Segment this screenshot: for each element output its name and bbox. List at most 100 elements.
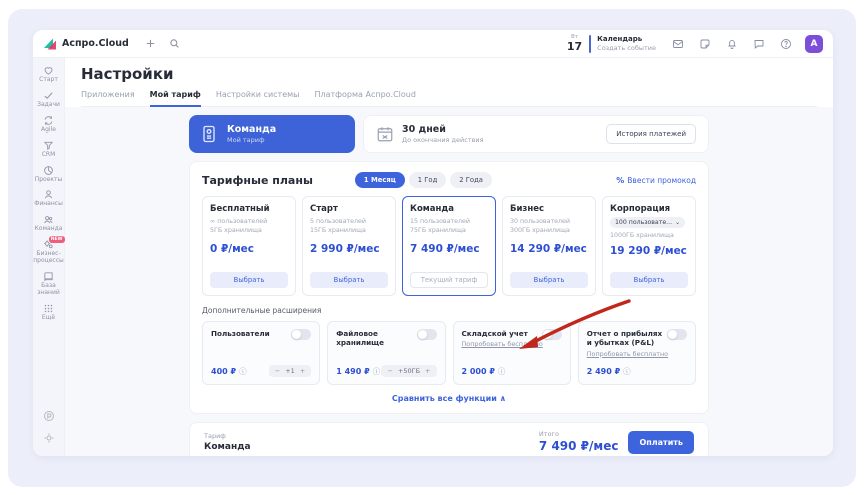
add-button[interactable]	[143, 36, 159, 52]
addon-price: 400 ₽	[211, 366, 237, 376]
stepper-minus-button[interactable]: −	[387, 367, 392, 375]
promo-code-link[interactable]: % Ввести промокод	[616, 176, 696, 185]
calendar-widget[interactable]: Календарь Создать событие	[597, 35, 656, 52]
cycle-icon	[44, 116, 53, 125]
stepper-plus-button[interactable]: +	[425, 367, 430, 375]
settings-logo-icon[interactable]	[43, 432, 55, 444]
try-free-link[interactable]: Попробовать бесплатно	[587, 350, 668, 358]
stepper-plus-button[interactable]: +	[300, 367, 305, 375]
addon-card-warehouse: Складской учет Попробовать бесплатно 2 0…	[452, 321, 571, 385]
finance-icon	[44, 190, 53, 199]
period-1year[interactable]: 1 Год	[408, 172, 447, 188]
plan-card-free: Бесплатный ∞ пользователей 5ГБ хранилища …	[202, 196, 296, 296]
calendar-subtitle: Создать событие	[597, 43, 656, 52]
addon-toggle[interactable]	[541, 329, 562, 340]
select-plan-button[interactable]: Выбрать	[610, 272, 688, 288]
current-plan-sub: Мой тариф	[227, 136, 265, 145]
projects-icon	[44, 165, 53, 175]
current-plan-button[interactable]: Текущий тариф	[410, 272, 488, 288]
mail-icon[interactable]	[670, 36, 686, 52]
start-icon	[44, 67, 53, 75]
help-icon[interactable]	[778, 36, 794, 52]
sidebar-item-agile[interactable]: Agile	[33, 115, 65, 134]
grid-icon	[44, 304, 53, 312]
tab-platform[interactable]: Платформа Аспро.Cloud	[314, 90, 415, 106]
users-count-select[interactable]: 100 пользовате... ⌄	[610, 217, 686, 228]
tab-apps[interactable]: Приложения	[81, 90, 135, 106]
chat-icon[interactable]	[751, 36, 767, 52]
search-icon[interactable]	[167, 36, 183, 52]
current-plan-card[interactable]: Команда Мой тариф	[189, 115, 355, 153]
sidebar-item-bizprocess[interactable]: NEW Бизнес-процессы	[33, 236, 65, 265]
sidebar-item-finance[interactable]: Финансы	[33, 189, 65, 208]
info-icon[interactable]: ⓘ	[373, 366, 381, 377]
info-icon[interactable]: ⓘ	[498, 366, 506, 377]
sidebar-item-crm[interactable]: CRM	[33, 140, 65, 159]
brand-name: Аспро.Cloud	[62, 38, 129, 49]
addon-card-users: Пользователи 400 ₽ ⓘ − +1 +	[202, 321, 321, 385]
compare-functions-link[interactable]: Сравнить все функции ∧	[202, 394, 696, 403]
plan-users: 5 пользователей	[310, 218, 367, 225]
info-icon[interactable]: ⓘ	[623, 366, 631, 377]
team-icon	[44, 216, 53, 224]
sidebar-item-projects[interactable]: Проекты	[33, 165, 65, 184]
tab-bar: Приложения Мой тариф Настройки системы П…	[81, 90, 817, 107]
period-1month[interactable]: 1 Месяц	[354, 172, 405, 188]
funnel-icon	[43, 141, 54, 150]
try-free-link[interactable]: Попробовать бесплатно	[462, 340, 543, 348]
select-plan-button[interactable]: Выбрать	[210, 272, 288, 288]
total-label: Итого	[538, 429, 559, 438]
plan-users: 30 пользователей	[510, 218, 571, 225]
select-plan-button[interactable]: Выбрать	[310, 272, 388, 288]
sidebar: Старт Задачи Agile CRM Проекты Финансы К…	[33, 58, 65, 456]
sidebar-item-tasks[interactable]: Задачи	[33, 90, 65, 109]
new-badge: NEW	[48, 236, 65, 244]
plan-card-team-current: Команда 15 пользователей 75ГБ хранилища 7…	[402, 196, 496, 296]
period-2years[interactable]: 2 Года	[450, 172, 492, 188]
percent-icon: %	[616, 175, 625, 185]
tab-system-settings[interactable]: Настройки системы	[216, 90, 300, 106]
notes-icon[interactable]	[697, 36, 713, 52]
partner-logo-icon[interactable]	[43, 410, 55, 422]
avatar[interactable]: A	[805, 34, 823, 53]
addon-toggle[interactable]	[291, 329, 312, 340]
sidebar-item-more[interactable]: Ещё	[33, 303, 65, 322]
sidebar-item-start[interactable]: Старт	[33, 65, 65, 84]
plan-price: 0 ₽/мес	[210, 243, 255, 256]
select-plan-button[interactable]: Выбрать	[510, 272, 588, 288]
addon-toggle[interactable]	[667, 329, 687, 340]
addon-price: 2 490 ₽	[586, 367, 621, 376]
tariff-label: Тариф	[204, 432, 226, 441]
plan-storage: 1000ГБ хранилища	[610, 232, 674, 239]
brand-logo-icon	[44, 38, 56, 49]
app-frame: Аспро.Cloud Вт 17 Календарь Создать собы…	[33, 30, 833, 456]
stepper-minus-button[interactable]: −	[275, 367, 280, 375]
days-remaining: 30 дней	[402, 123, 446, 135]
sidebar-item-team[interactable]: Команда	[33, 214, 65, 233]
plan-price: 19 290 ₽/мес	[610, 245, 687, 258]
calendar-icon	[376, 125, 394, 143]
days-remaining-card: 30 дней До окончания действия История пл…	[363, 115, 709, 153]
plan-storage: 75ГБ хранилища	[410, 227, 466, 235]
plan-price: 7 490 ₽/мес	[410, 243, 480, 256]
date-widget[interactable]: Вт 17	[567, 35, 582, 52]
pay-button[interactable]: Оплатить	[628, 430, 694, 454]
plan-users: 15 пользователей	[410, 218, 471, 225]
addon-stepper: − +50ГБ +	[381, 365, 437, 377]
checkout-bar: Тариф Команда Итого 7 490 ₽/мес Оплатить	[189, 422, 709, 456]
bell-icon[interactable]	[724, 36, 740, 52]
tariff-plans-title: Тарифные планы	[202, 173, 313, 187]
addon-card-pnl-report: Отчет о прибылях и убытках (P&L) Попробо…	[577, 321, 696, 385]
tab-my-tariff[interactable]: Мой тариф	[149, 90, 201, 107]
payment-history-button[interactable]: История платежей	[606, 124, 696, 144]
info-icon[interactable]: ⓘ	[239, 366, 247, 377]
calendar-title: Календарь	[597, 35, 643, 44]
addon-toggle[interactable]	[416, 329, 437, 340]
tariff-plans-card: Тарифные планы 1 Месяц 1 Год 2 Года % Вв…	[189, 161, 709, 414]
sidebar-item-knowledge[interactable]: База знаний	[33, 271, 65, 297]
addon-card-storage: Файловое хранилище 1 490 ₽ ⓘ − +50ГБ +	[327, 321, 446, 385]
plan-users: ∞ пользователей	[210, 218, 268, 225]
book-icon	[44, 272, 53, 281]
sidebar-footer	[43, 410, 55, 444]
days-remaining-sub: До окончания действия	[402, 136, 484, 145]
